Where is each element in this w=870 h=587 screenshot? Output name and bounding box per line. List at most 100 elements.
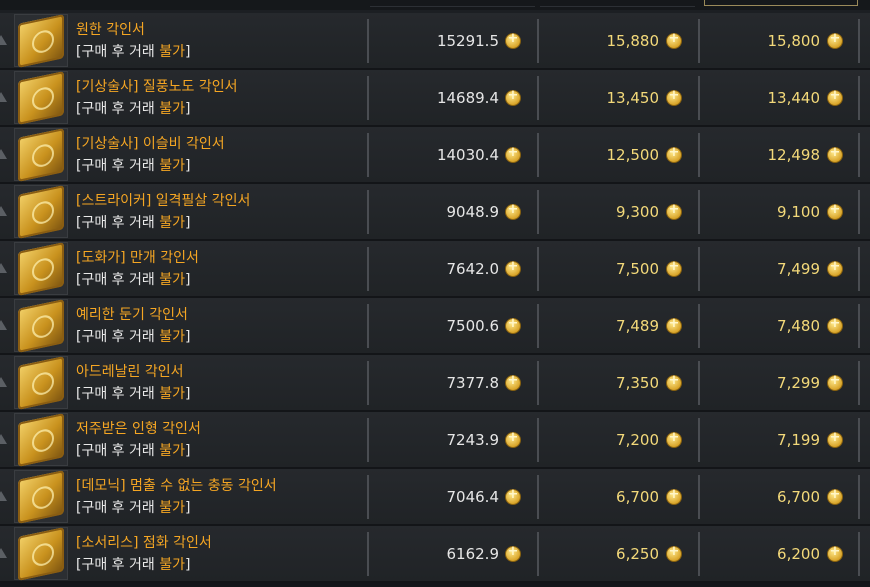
lowest-price: 7,299 bbox=[777, 374, 820, 392]
lowest-price: 7,499 bbox=[777, 260, 820, 278]
trade-note-suffix: ] bbox=[184, 500, 191, 516]
market-item-row[interactable]: 저주받은 인형 각인서 [구매 후 거래 불가] 7243.9 7,200 7,… bbox=[0, 412, 870, 469]
trade-restriction-note: [구매 후 거래 불가] bbox=[76, 497, 190, 517]
gold-coin-icon bbox=[827, 373, 843, 391]
trade-note-unavailable: 불가 bbox=[159, 158, 185, 174]
engraving-book-icon bbox=[18, 71, 64, 125]
column-header-recent[interactable] bbox=[540, 0, 695, 7]
market-item-row[interactable]: 아드레날린 각인서 [구매 후 거래 불가] 7377.8 7,350 7,29… bbox=[0, 355, 870, 412]
item-icon-frame[interactable] bbox=[14, 413, 68, 467]
item-name[interactable]: [데모닉] 멈출 수 없는 충동 각인서 bbox=[76, 475, 277, 495]
trade-note-prefix: [구매 후 거래 bbox=[76, 443, 160, 459]
trade-note-suffix: ] bbox=[184, 557, 191, 573]
favorite-star-icon[interactable] bbox=[0, 491, 7, 501]
item-name[interactable]: [소서리스] 점화 각인서 bbox=[76, 532, 212, 552]
recent-price: 7,200 bbox=[616, 431, 659, 449]
favorite-star-icon[interactable] bbox=[0, 377, 7, 387]
trade-restriction-note: [구매 후 거래 불가] bbox=[76, 212, 190, 232]
trade-note-suffix: ] bbox=[184, 443, 191, 459]
item-name[interactable]: [스트라이커] 일격필살 각인서 bbox=[76, 190, 250, 210]
item-name[interactable]: [기상술사] 질풍노도 각인서 bbox=[76, 76, 238, 96]
engraving-book-icon bbox=[18, 14, 64, 68]
gold-coin-icon bbox=[827, 430, 843, 448]
avg-price: 14689.4 bbox=[436, 89, 499, 107]
favorite-star-icon[interactable] bbox=[0, 434, 7, 444]
gold-coin-icon bbox=[827, 31, 843, 49]
lowest-price: 7,480 bbox=[777, 317, 820, 335]
trade-note-suffix: ] bbox=[184, 158, 191, 174]
column-divider bbox=[858, 304, 860, 348]
trade-note-unavailable: 불가 bbox=[159, 272, 185, 288]
column-header-avg[interactable] bbox=[370, 0, 535, 7]
trade-note-unavailable: 불가 bbox=[159, 329, 185, 345]
market-item-row[interactable]: [도화가] 만개 각인서 [구매 후 거래 불가] 7642.0 7,500 7… bbox=[0, 241, 870, 298]
item-icon-frame[interactable] bbox=[14, 14, 68, 68]
favorite-star-icon[interactable] bbox=[0, 263, 7, 273]
item-icon-frame[interactable] bbox=[14, 356, 68, 410]
market-item-row[interactable]: 예리한 둔기 각인서 [구매 후 거래 불가] 7500.6 7,489 7,4… bbox=[0, 298, 870, 355]
item-name[interactable]: 예리한 둔기 각인서 bbox=[76, 304, 188, 324]
gold-coin-icon bbox=[827, 88, 843, 106]
column-divider bbox=[858, 418, 860, 462]
item-icon-frame[interactable] bbox=[14, 242, 68, 296]
gold-coin-icon bbox=[827, 316, 843, 334]
recent-price: 6,250 bbox=[616, 545, 659, 563]
item-name[interactable]: 저주받은 인형 각인서 bbox=[76, 418, 201, 438]
engraving-book-icon bbox=[18, 470, 64, 524]
item-icon-frame[interactable] bbox=[14, 128, 68, 182]
market-item-row[interactable]: [기상술사] 질풍노도 각인서 [구매 후 거래 불가] 14689.4 13,… bbox=[0, 70, 870, 127]
favorite-star-icon[interactable] bbox=[0, 149, 7, 159]
gold-coin-icon bbox=[827, 145, 843, 163]
column-divider bbox=[858, 76, 860, 120]
engraving-book-icon bbox=[18, 185, 64, 239]
recent-price: 12,500 bbox=[606, 146, 660, 164]
engraving-book-icon bbox=[18, 242, 64, 296]
favorite-star-icon[interactable] bbox=[0, 206, 7, 216]
item-icon-frame[interactable] bbox=[14, 185, 68, 239]
engraving-book-icon bbox=[18, 128, 64, 182]
market-item-row[interactable]: [스트라이커] 일격필살 각인서 [구매 후 거래 불가] 9048.9 9,3… bbox=[0, 184, 870, 241]
trade-restriction-note: [구매 후 거래 불가] bbox=[76, 440, 190, 460]
item-name[interactable]: [도화가] 만개 각인서 bbox=[76, 247, 199, 267]
favorite-star-icon[interactable] bbox=[0, 320, 7, 330]
item-name[interactable]: 아드레날린 각인서 bbox=[76, 361, 184, 381]
market-item-row[interactable]: [소서리스] 점화 각인서 [구매 후 거래 불가] 6162.9 6,250 … bbox=[0, 526, 870, 583]
trade-note-suffix: ] bbox=[184, 215, 191, 231]
trade-note-unavailable: 불가 bbox=[159, 386, 185, 402]
trade-restriction-note: [구매 후 거래 불가] bbox=[76, 326, 190, 346]
item-name[interactable]: [기상술사] 이슬비 각인서 bbox=[76, 133, 225, 153]
engraving-book-icon bbox=[18, 413, 64, 467]
column-divider bbox=[858, 475, 860, 519]
recent-price: 9,300 bbox=[616, 203, 659, 221]
item-name[interactable]: 원한 각인서 bbox=[76, 19, 145, 39]
lowest-price: 9,100 bbox=[777, 203, 820, 221]
item-icon-frame[interactable] bbox=[14, 527, 68, 581]
trade-note-prefix: [구매 후 거래 bbox=[76, 101, 160, 117]
favorite-star-icon[interactable] bbox=[0, 548, 7, 558]
column-header-lowest[interactable] bbox=[704, 0, 858, 6]
item-icon-frame[interactable] bbox=[14, 299, 68, 353]
avg-price: 6162.9 bbox=[446, 545, 500, 563]
column-divider bbox=[858, 190, 860, 234]
recent-price: 6,700 bbox=[616, 488, 659, 506]
market-item-row[interactable]: [기상술사] 이슬비 각인서 [구매 후 거래 불가] 14030.4 12,5… bbox=[0, 127, 870, 184]
engraving-book-icon bbox=[18, 527, 64, 581]
item-icon-frame[interactable] bbox=[14, 71, 68, 125]
trade-note-suffix: ] bbox=[184, 44, 191, 60]
lowest-price: 6,700 bbox=[777, 488, 820, 506]
market-item-row[interactable]: 원한 각인서 [구매 후 거래 불가] 15291.5 15,880 15,80… bbox=[0, 13, 870, 70]
recent-price: 13,450 bbox=[606, 89, 660, 107]
favorite-star-icon[interactable] bbox=[0, 35, 7, 45]
engraving-book-icon bbox=[18, 299, 64, 353]
trade-restriction-note: [구매 후 거래 불가] bbox=[76, 383, 190, 403]
avg-price: 7500.6 bbox=[446, 317, 500, 335]
trade-note-unavailable: 불가 bbox=[159, 443, 185, 459]
trade-restriction-note: [구매 후 거래 불가] bbox=[76, 269, 190, 289]
column-divider bbox=[858, 19, 860, 63]
item-icon-frame[interactable] bbox=[14, 470, 68, 524]
favorite-star-icon[interactable] bbox=[0, 92, 7, 102]
trade-note-prefix: [구매 후 거래 bbox=[76, 500, 160, 516]
lowest-price: 6,200 bbox=[777, 545, 820, 563]
market-item-row[interactable]: [데모닉] 멈출 수 없는 충동 각인서 [구매 후 거래 불가] 7046.4… bbox=[0, 469, 870, 526]
avg-price: 7046.4 bbox=[446, 488, 500, 506]
